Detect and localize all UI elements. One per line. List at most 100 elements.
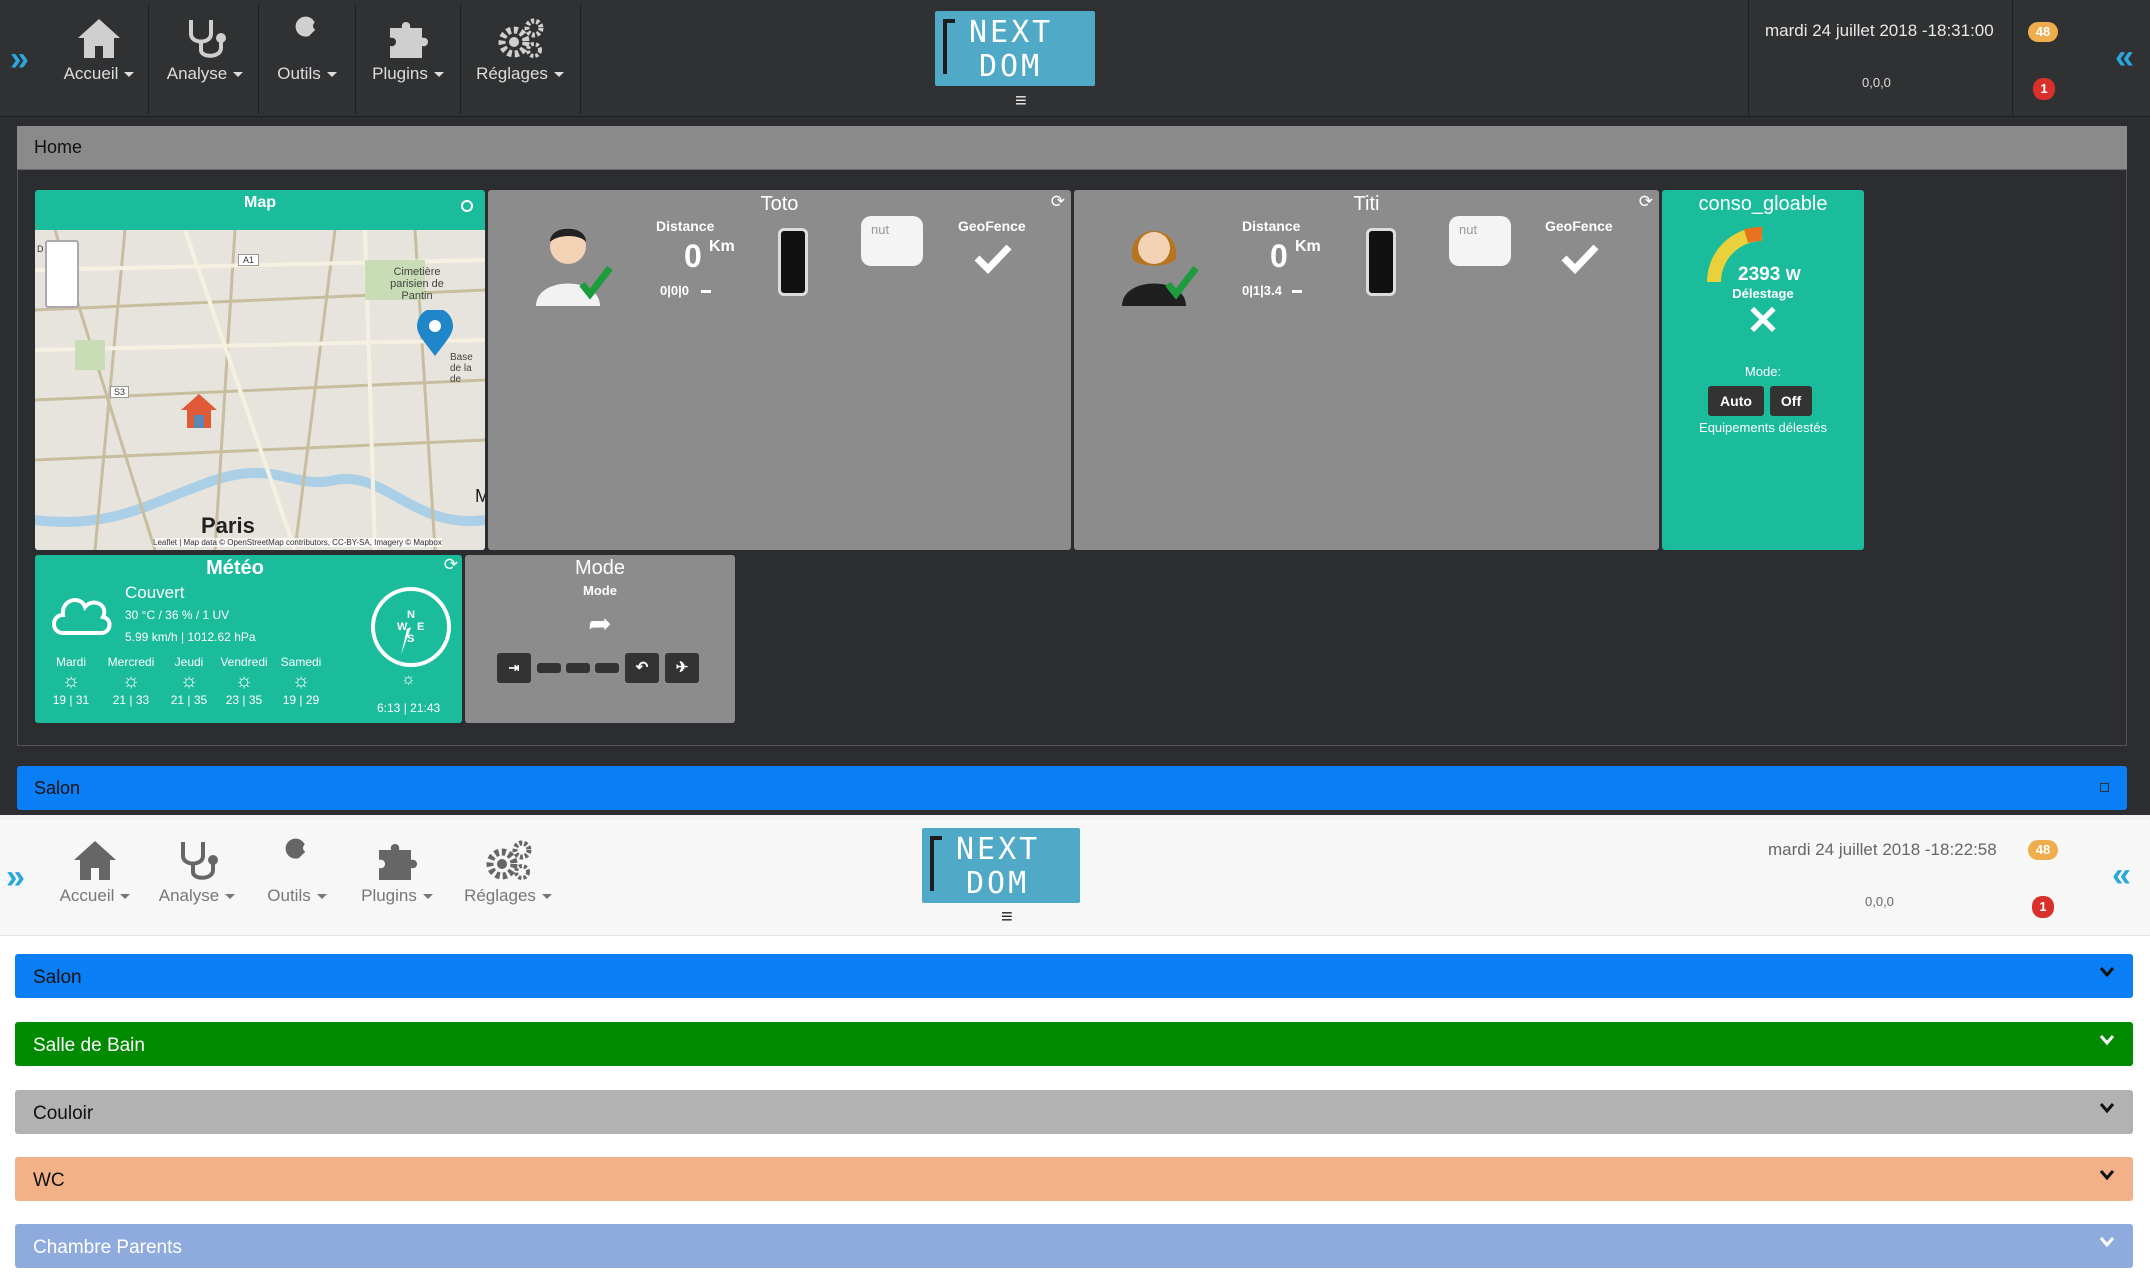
- collapse-right-icon[interactable]: «: [2115, 38, 2134, 77]
- nav-accueil-label: Accueil: [59, 886, 115, 905]
- mode-return-button[interactable]: ↶: [625, 653, 659, 683]
- mode-plane-button[interactable]: ✈: [665, 653, 699, 683]
- person-name: Toto: [760, 193, 799, 215]
- search-icon[interactable]: [461, 200, 473, 212]
- room-bar-chambre-parents[interactable]: Chambre Parents: [15, 1224, 2133, 1268]
- bottom-header: » Accueil Analyse Outils Plugins Réglage…: [0, 820, 2150, 936]
- nav-plugins[interactable]: Plugins: [354, 838, 440, 906]
- collapse-right-icon[interactable]: «: [2112, 856, 2131, 895]
- menu-toggle-icon[interactable]: ≡: [1001, 906, 1013, 929]
- stethoscope-icon: [189, 20, 226, 58]
- nav-analyse-label: Analyse: [166, 64, 228, 83]
- square-icon[interactable]: [2100, 783, 2109, 792]
- sun-times: 6:13 | 21:43: [377, 701, 441, 715]
- wrench-icon: [289, 16, 321, 56]
- mode-option-button[interactable]: [537, 663, 561, 673]
- expand-left-icon[interactable]: »: [10, 40, 29, 79]
- distance-value: 0: [1270, 238, 1288, 274]
- sign-out-icon: ➦: [588, 608, 612, 639]
- zoom-control[interactable]: [45, 240, 79, 308]
- nav-outils[interactable]: Outils: [258, 838, 336, 906]
- menu-toggle-icon[interactable]: ≡: [1015, 90, 1027, 113]
- messages-badge[interactable]: 48: [2028, 840, 2058, 860]
- cloud-icon: [52, 598, 112, 635]
- map-view[interactable]: D A1 Cimetière parisien de Pantin Base d…: [35, 230, 485, 550]
- logo-mark-icon: [943, 19, 955, 74]
- nav-analyse[interactable]: Analyse: [152, 838, 242, 906]
- header-datetime: mardi 24 juillet 2018 -18:22:58: [1768, 840, 1997, 859]
- meteo-condition: Couvert: [125, 583, 185, 602]
- nav-outils[interactable]: Outils: [268, 16, 346, 84]
- room-bar-salon[interactable]: Salon: [15, 954, 2133, 998]
- day-temps: 21 | 35: [170, 693, 208, 707]
- sun-cloud-icon: ☼: [234, 670, 254, 692]
- map-marker-icon[interactable]: [413, 310, 457, 358]
- logo[interactable]: NEXT DOM: [922, 828, 1080, 903]
- nav-accueil-label: Accueil: [63, 64, 119, 83]
- chevron-down-icon[interactable]: [2099, 1236, 2115, 1248]
- alerts-badge[interactable]: 1: [2033, 78, 2055, 100]
- avatar-male-icon: [536, 228, 613, 306]
- day-name: Mardi: [55, 655, 86, 669]
- nav-plugins-label: Plugins: [361, 886, 417, 905]
- nav-reglages[interactable]: Réglages: [470, 16, 570, 84]
- expand-left-icon[interactable]: »: [6, 858, 25, 897]
- logo[interactable]: NEXT DOM: [935, 11, 1095, 86]
- alerts-badge[interactable]: 1: [2032, 896, 2054, 918]
- nut-tag-icon: nut: [1449, 216, 1511, 266]
- auto-button[interactable]: Auto: [1708, 386, 1764, 416]
- mode-subtitle: Mode: [583, 583, 617, 598]
- refresh-icon[interactable]: ⟳: [1639, 192, 1653, 212]
- coords-dash: [1292, 290, 1302, 293]
- room-bar-couloir[interactable]: Couloir: [15, 1090, 2133, 1134]
- logo-mark-icon: [930, 836, 942, 891]
- distance-label: Distance: [1242, 218, 1301, 234]
- nav-accueil[interactable]: Accueil: [54, 838, 136, 906]
- nav-analyse[interactable]: Analyse: [160, 16, 250, 84]
- home-icon: [78, 19, 120, 58]
- salon-bar[interactable]: Salon: [17, 766, 2127, 810]
- mode-option-button[interactable]: [566, 663, 590, 673]
- chevron-down-icon[interactable]: [2099, 1169, 2115, 1181]
- sun-cloud-icon: ☼: [179, 670, 199, 692]
- mode-signout-button[interactable]: ⇥: [497, 653, 531, 683]
- coords-dash: [701, 290, 711, 293]
- chevron-down-icon[interactable]: [2099, 966, 2115, 978]
- distance-label: Distance: [656, 218, 715, 234]
- home-marker-icon[interactable]: [177, 390, 221, 434]
- map-edge-letter-d: D: [37, 244, 44, 254]
- room-label: Chambre Parents: [33, 1237, 182, 1258]
- nav-reglages-label: Réglages: [476, 64, 548, 83]
- map-attribution: Leaflet | Map data © OpenStreetMap contr…: [153, 538, 442, 547]
- messages-badge[interactable]: 48: [2028, 22, 2058, 42]
- top-header: » Accueil Analyse Outils Plugins Réglage…: [0, 0, 2150, 117]
- person-name: Titi: [1353, 193, 1380, 215]
- map-road-a1: A1: [238, 254, 260, 266]
- header-version: 0,0,0: [1862, 75, 1891, 90]
- chevron-down-icon[interactable]: [2099, 1102, 2115, 1114]
- nut-tag-icon: nut: [861, 216, 923, 266]
- map-place-cimetiere: Cimetière parisien de Pantin: [390, 266, 444, 302]
- stethoscope-icon: [181, 842, 218, 880]
- off-button[interactable]: Off: [1770, 386, 1812, 416]
- puzzle-icon: [379, 844, 417, 880]
- nav-reglages[interactable]: Réglages: [458, 838, 558, 906]
- nav-accueil[interactable]: Accueil: [58, 16, 140, 84]
- sun-cloud-icon: ☼: [61, 670, 81, 692]
- day-temps: 23 | 35: [225, 693, 263, 707]
- room-bar-salle-de-bain[interactable]: Salle de Bain: [15, 1022, 2133, 1066]
- forecast-day: Jeudi ☼ 21 | 35: [165, 655, 213, 707]
- refresh-icon[interactable]: ⟳: [1051, 192, 1065, 212]
- coords-text: 0|0|0: [660, 283, 689, 298]
- conso-value: 2393 W: [1738, 264, 1801, 286]
- nav-plugins[interactable]: Plugins: [365, 16, 451, 84]
- nav-outils-label: Outils: [267, 886, 311, 905]
- refresh-icon[interactable]: ⟳: [444, 555, 458, 575]
- day-temps: 19 | 31: [52, 693, 90, 707]
- room-bar-wc[interactable]: WC: [15, 1157, 2133, 1201]
- sun-cloud-icon: ☼: [121, 670, 141, 692]
- room-label: Salle de Bain: [33, 1035, 145, 1056]
- mode-option-button[interactable]: [595, 663, 619, 673]
- day-name: Mercredi: [107, 655, 155, 669]
- chevron-down-icon[interactable]: [2099, 1034, 2115, 1046]
